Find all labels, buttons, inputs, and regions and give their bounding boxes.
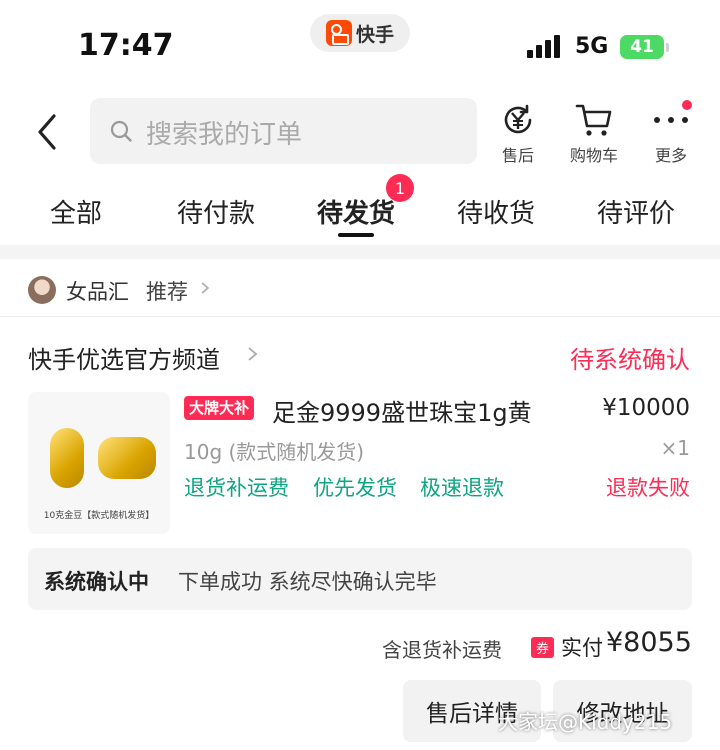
yen-refresh-icon [504, 104, 532, 134]
product-title[interactable]: 足金9999盛世珠宝1g黄 [272, 393, 572, 428]
battery-icon: 41 [620, 35, 664, 59]
promo-badge: 大牌大补 [184, 396, 255, 420]
thumbnail-caption: 10克金豆【款式随机发货】 [43, 511, 155, 521]
search-placeholder: 搜索我的订单 [146, 120, 303, 150]
recommend-shop-name[interactable]: 女品汇 [66, 276, 129, 306]
tab-pending-review[interactable]: 待评价 [586, 193, 686, 230]
status-notice[interactable]: 系统确认中 下单成功 系统尽快确认完毕 [28, 548, 692, 610]
more-icon [654, 117, 688, 123]
tab-pending-payment[interactable]: 待付款 [166, 193, 266, 230]
recommend-label[interactable]: 推荐 [146, 276, 188, 306]
cart-icon [575, 104, 612, 136]
notice-text: 下单成功 系统尽快确认完毕 [178, 570, 437, 594]
gold-bean-image [98, 437, 156, 479]
coupon-icon: 券 [531, 637, 554, 658]
paid-amount: ¥8055 [606, 627, 692, 658]
chevron-right-icon [248, 347, 258, 361]
active-tab-indicator [338, 233, 374, 237]
app-name: 快手 [355, 23, 394, 46]
tab-pending-receipt[interactable]: 待收货 [446, 193, 546, 230]
battery-level: 41 [630, 37, 654, 57]
after-sales-label: 售后 [501, 146, 534, 165]
service-tag: 极速退款 [420, 476, 504, 500]
more-button[interactable]: 更多 [636, 100, 706, 166]
store-name[interactable]: 快手优选官方频道 [28, 340, 220, 375]
after-sales-button[interactable]: 售后 [483, 100, 553, 166]
product-thumbnail[interactable]: 10克金豆【款式随机发货】 [28, 392, 170, 534]
notice-title: 系统确认中 [44, 570, 149, 594]
paid-label: 实付 [561, 636, 603, 660]
service-tag: 优先发货 [313, 476, 397, 500]
battery-cap [666, 43, 669, 52]
fee-label: 含退货补运费 [382, 638, 502, 662]
status-time: 17:47 [78, 28, 174, 63]
section-separator [0, 245, 720, 259]
cart-label: 购物车 [569, 146, 618, 165]
notification-dot [682, 100, 692, 110]
signal-icon [527, 34, 563, 58]
kuaishou-logo-icon [325, 20, 352, 46]
service-tag: 退货补运费 [184, 476, 289, 500]
search-input[interactable]: 搜索我的订单 [90, 98, 477, 164]
chevron-left-icon [38, 114, 56, 150]
tab-badge: 1 [386, 174, 414, 202]
app-indicator[interactable]: 快手 [310, 14, 410, 52]
refund-status: 退款失败 [606, 476, 690, 500]
product-spec: 10g (款式随机发货) [184, 440, 365, 464]
gold-bean-image [50, 428, 84, 488]
product-price: ¥10000 [602, 395, 690, 421]
search-icon [110, 120, 132, 142]
chevron-right-icon [201, 282, 210, 294]
order-status: 待系统确认 [570, 346, 690, 374]
more-label: 更多 [654, 146, 687, 165]
divider [0, 316, 720, 317]
tab-all[interactable]: 全部 [26, 193, 126, 230]
back-button[interactable] [30, 112, 70, 152]
cart-button[interactable]: 购物车 [559, 100, 629, 166]
watermark: 大家坛@Kiddy215 [498, 710, 673, 734]
shop-avatar[interactable] [28, 276, 56, 304]
network-type: 5G [575, 34, 609, 59]
product-quantity: ×1 [660, 436, 690, 460]
